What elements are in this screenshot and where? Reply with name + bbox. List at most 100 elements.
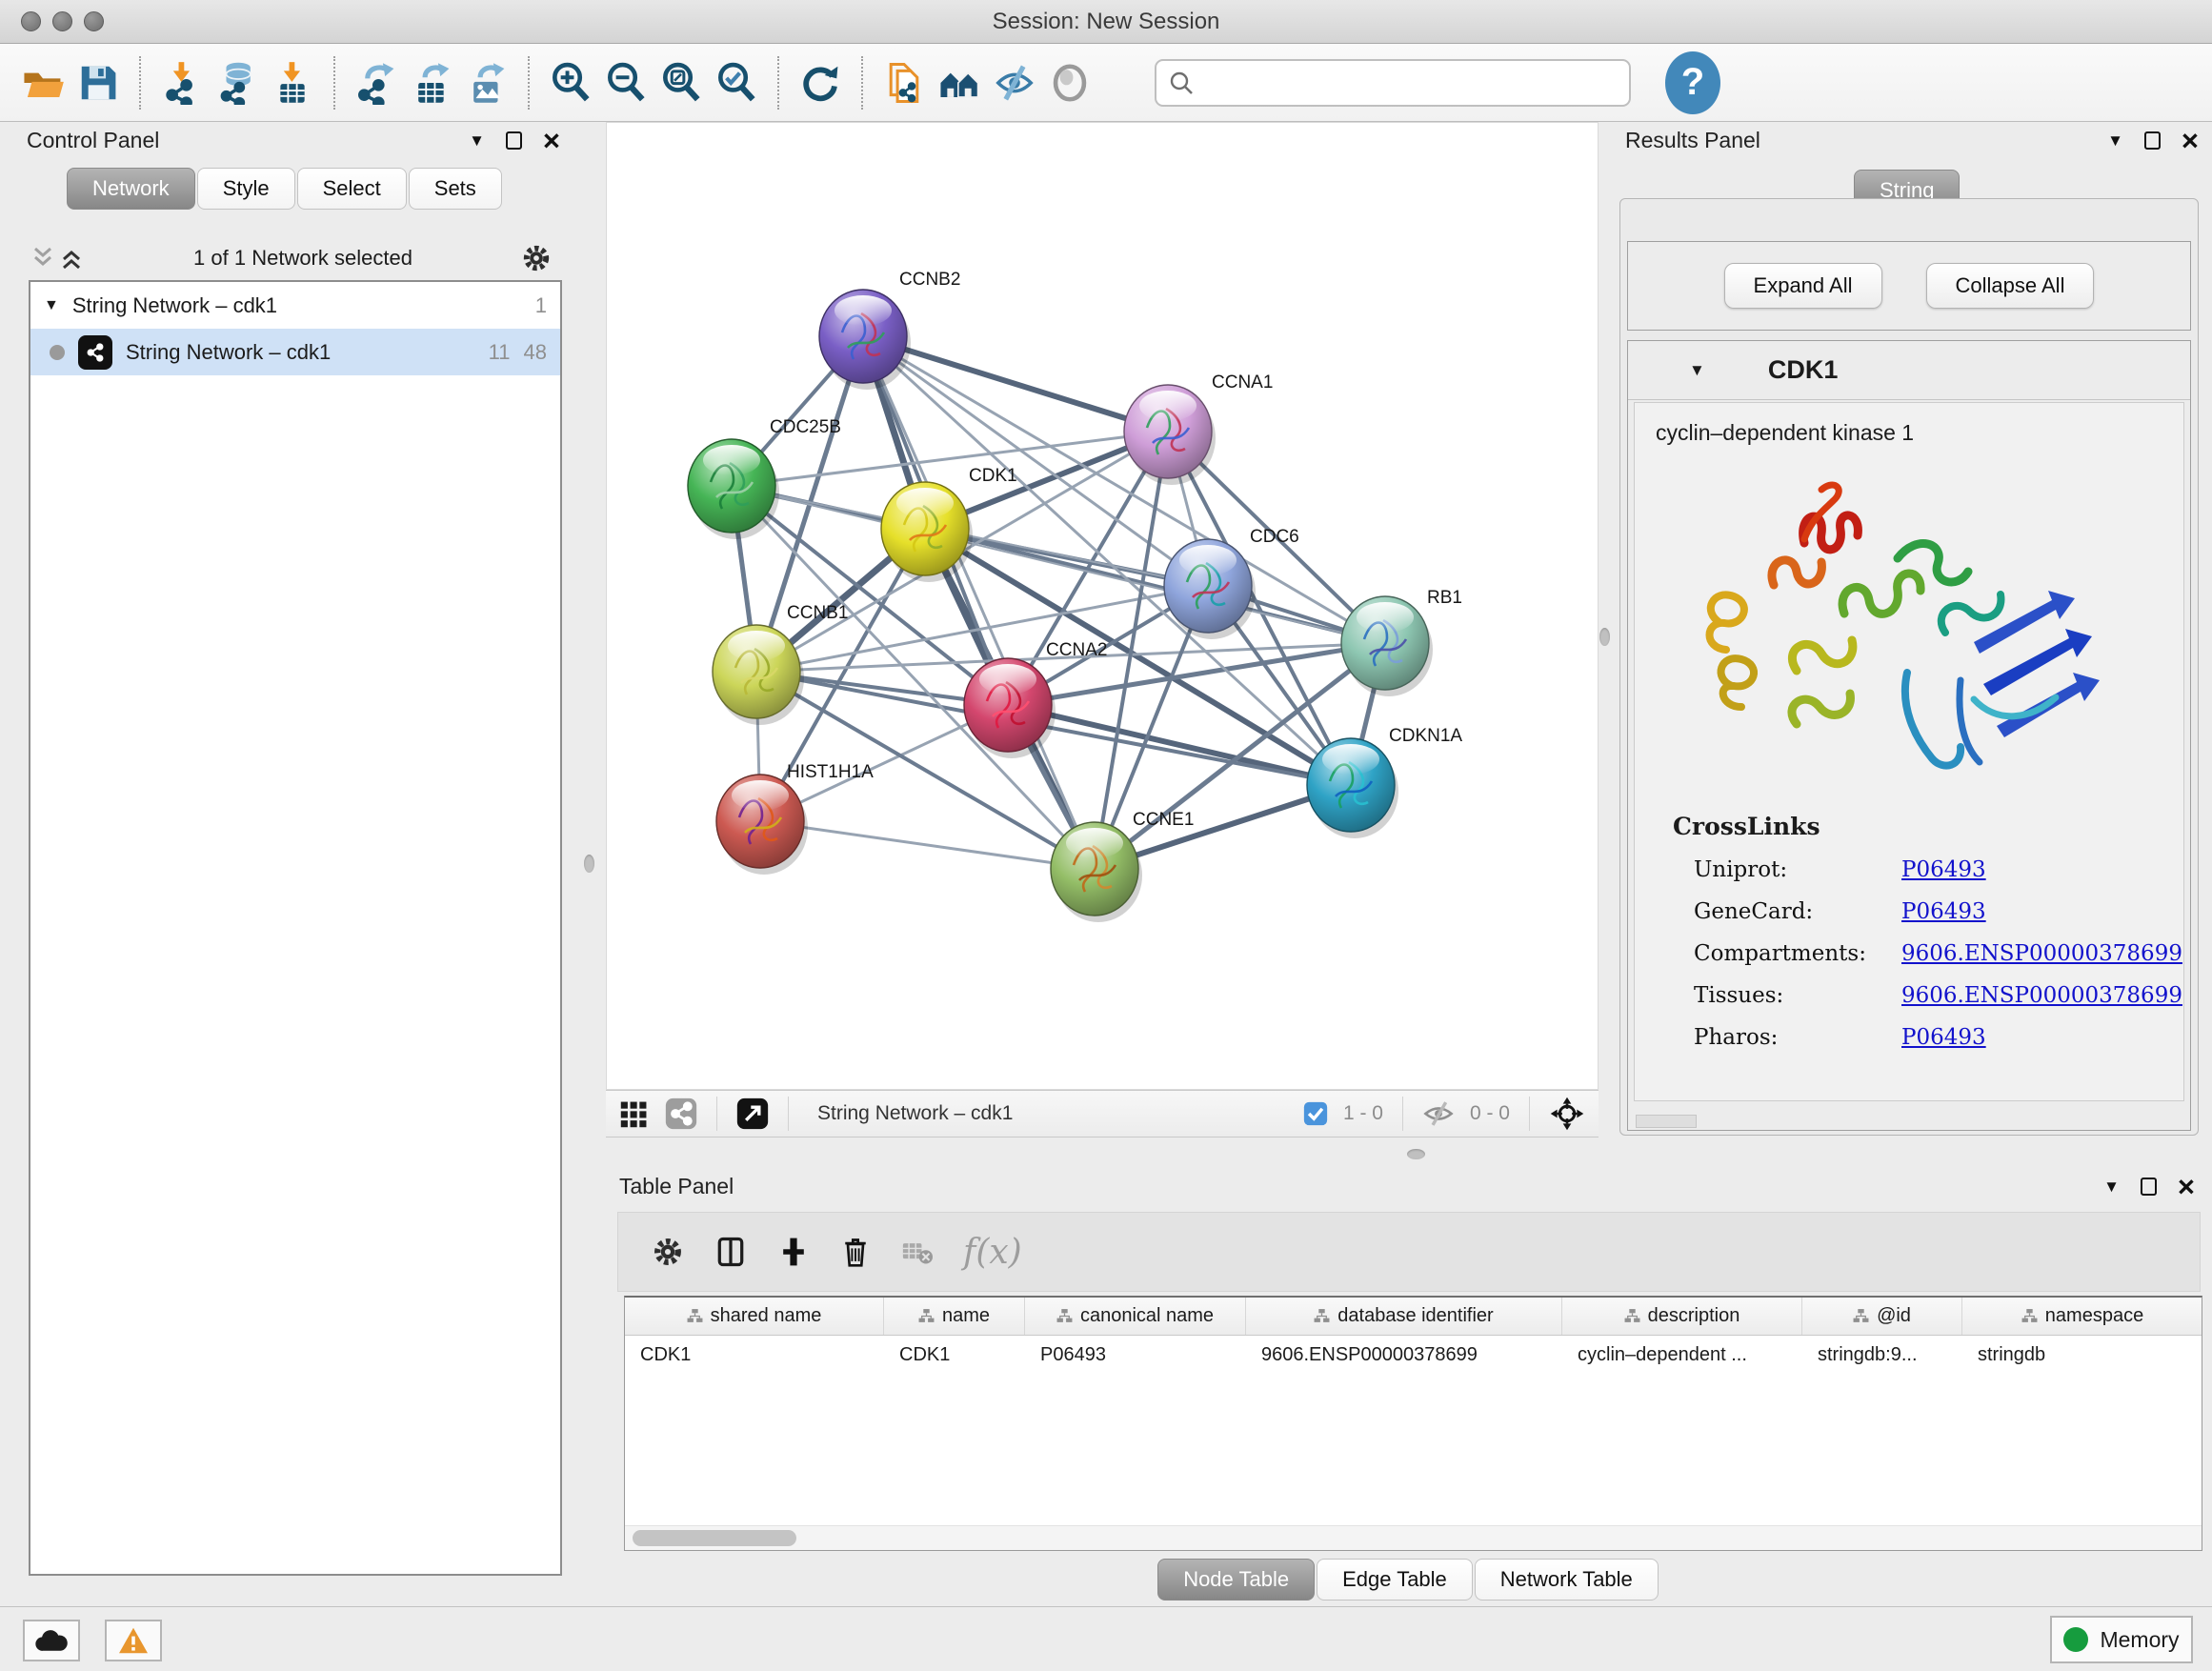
table-horizontal-scrollbar[interactable] (625, 1525, 2202, 1550)
scrollbar-thumb[interactable] (633, 1530, 796, 1546)
network-node-RB1[interactable]: RB1 (1341, 588, 1462, 696)
table-cell[interactable]: 9606.ENSP00000378699 (1246, 1344, 1562, 1366)
column-label: database identifier (1337, 1305, 1493, 1327)
string-share-icon[interactable] (665, 1097, 697, 1130)
panel-close-icon[interactable]: × (2178, 1178, 2195, 1197)
tree-expand-icon[interactable]: ▼ (44, 297, 59, 314)
zoom-window-button[interactable] (84, 11, 104, 31)
fit-selected-icon[interactable] (1549, 1096, 1585, 1132)
network-node-CCNB2[interactable]: CCNB2 (819, 270, 960, 390)
column-header-description[interactable]: description (1562, 1298, 1802, 1335)
cloud-button[interactable] (23, 1620, 80, 1661)
panel-float-icon[interactable] (2141, 1178, 2157, 1196)
close-window-button[interactable] (21, 11, 41, 31)
tab-edge-table[interactable]: Edge Table (1317, 1559, 1473, 1601)
selected-checkbox-icon[interactable] (1303, 1101, 1328, 1126)
birds-eye-view-icon[interactable] (619, 1098, 650, 1129)
cdk1-section-header[interactable]: ▼ CDK1 (1628, 341, 2190, 400)
table-cell[interactable]: cyclin–dependent ... (1562, 1344, 1802, 1366)
zoom-selected-button[interactable] (709, 53, 764, 112)
minimize-window-button[interactable] (52, 11, 72, 31)
import-network-from-database-button[interactable] (210, 53, 265, 112)
hidden-eye-icon[interactable] (1422, 1099, 1455, 1128)
delete-column-trash-icon[interactable] (839, 1235, 872, 1269)
table-cell[interactable]: CDK1 (884, 1344, 1025, 1366)
tab-node-table[interactable]: Node Table (1157, 1559, 1315, 1601)
export-image-button[interactable] (459, 53, 514, 112)
tab-style[interactable]: Style (197, 168, 295, 210)
add-column-icon[interactable] (776, 1235, 811, 1269)
open-session-button[interactable] (15, 53, 70, 112)
crosslink-link[interactable]: 9606.ENSP00000378699 (1901, 983, 2182, 1008)
panel-float-icon[interactable] (2144, 131, 2161, 150)
column-header-canonical-name[interactable]: canonical name (1025, 1298, 1246, 1335)
table-settings-gear-icon[interactable] (651, 1235, 685, 1269)
warnings-button[interactable] (105, 1620, 162, 1661)
copy-network-button[interactable] (876, 53, 932, 112)
zoom-in-button[interactable] (543, 53, 598, 112)
open-in-new-window-icon[interactable] (736, 1097, 769, 1130)
tab-network[interactable]: Network (67, 168, 195, 210)
crosslink-link[interactable]: P06493 (1901, 857, 1986, 882)
column-header-shared-name[interactable]: shared name (625, 1298, 884, 1335)
import-network-from-file-button[interactable] (154, 53, 210, 112)
refresh-button[interactable] (793, 53, 848, 112)
panel-float-icon[interactable] (506, 131, 522, 150)
network-node-HIST1H1A[interactable]: HIST1H1A (716, 762, 874, 875)
save-session-button[interactable] (70, 53, 126, 112)
network-row-selected[interactable]: String Network – cdk1 11 48 (30, 329, 560, 375)
column-header-name[interactable]: name (884, 1298, 1025, 1335)
network-edge-HIST1H1A-CCNE1[interactable] (760, 821, 1095, 869)
zoom-out-button[interactable] (598, 53, 654, 112)
collapse-all-icon[interactable] (29, 244, 57, 272)
network-node-CDK1[interactable]: CDK1 (881, 466, 1017, 582)
export-network-button[interactable] (349, 53, 404, 112)
tab-network-table[interactable]: Network Table (1475, 1559, 1659, 1601)
panel-menu-icon[interactable]: ▼ (2103, 1178, 2120, 1197)
network-node-CCNA1[interactable]: CCNA1 (1124, 372, 1273, 485)
table-cell[interactable]: P06493 (1025, 1344, 1246, 1366)
table-cell[interactable]: stringdb (1962, 1344, 2202, 1366)
panel-menu-icon[interactable]: ▼ (469, 131, 485, 151)
search-input[interactable] (1202, 70, 1618, 95)
column-label: @id (1877, 1305, 1911, 1327)
vertical-splitter-grip[interactable] (584, 855, 594, 873)
network-node-CDC6[interactable]: CDC6 (1164, 527, 1299, 639)
panel-close-icon[interactable]: × (543, 131, 560, 151)
tab-select[interactable]: Select (297, 168, 407, 210)
table-row[interactable]: CDK1CDK1P064939606.ENSP00000378699cyclin… (625, 1336, 2202, 1374)
import-table-from-file-button[interactable] (265, 53, 320, 112)
expand-all-button[interactable]: Expand All (1724, 263, 1882, 309)
crosslink-link[interactable]: P06493 (1901, 1025, 1986, 1050)
node-shine (1139, 391, 1196, 421)
network-view-canvas[interactable]: CCNB2CCNA1CDC25BCDK1CDC6RB1CCNB1CCNA2CDK… (606, 122, 1599, 1090)
gear-icon[interactable] (520, 242, 553, 274)
show-hide-button[interactable] (1042, 53, 1097, 112)
network-edge-CCNB2-CCNE1[interactable] (863, 336, 1095, 869)
expand-all-icon[interactable] (57, 244, 86, 272)
graphics-details-button[interactable] (987, 53, 1042, 112)
memory-button[interactable]: Memory (2050, 1616, 2193, 1663)
network-overview-button[interactable] (932, 53, 987, 112)
column-header-database-identifier[interactable]: database identifier (1246, 1298, 1562, 1335)
vertical-splitter-grip[interactable] (1599, 628, 1610, 646)
table-cell[interactable]: CDK1 (625, 1344, 884, 1366)
crosslink-link[interactable]: P06493 (1901, 899, 1986, 924)
network-node-CCNB1[interactable]: CCNB1 (713, 603, 848, 725)
crosslink-link[interactable]: 9606.ENSP00000378699 (1901, 941, 2182, 966)
help-button[interactable]: ? (1665, 51, 1720, 114)
table-cell[interactable]: stringdb:9... (1802, 1344, 1962, 1366)
panel-close-icon[interactable]: × (2182, 131, 2199, 151)
section-collapse-icon[interactable]: ▼ (1689, 361, 1705, 380)
network-edge-CCNA2-CDKN1A[interactable] (1008, 705, 1351, 785)
export-table-button[interactable] (404, 53, 459, 112)
horizontal-splitter-grip[interactable] (1407, 1149, 1425, 1159)
collapse-all-button[interactable]: Collapse All (1926, 263, 2095, 309)
show-columns-icon[interactable] (714, 1235, 748, 1269)
column-header-namespace[interactable]: namespace (1962, 1298, 2202, 1335)
tab-sets[interactable]: Sets (409, 168, 502, 210)
panel-menu-icon[interactable]: ▼ (2107, 131, 2123, 151)
column-header-at-id[interactable]: @id (1802, 1298, 1962, 1335)
network-collection-row[interactable]: ▼ String Network – cdk1 1 (30, 282, 560, 329)
zoom-fit-button[interactable] (654, 53, 709, 112)
